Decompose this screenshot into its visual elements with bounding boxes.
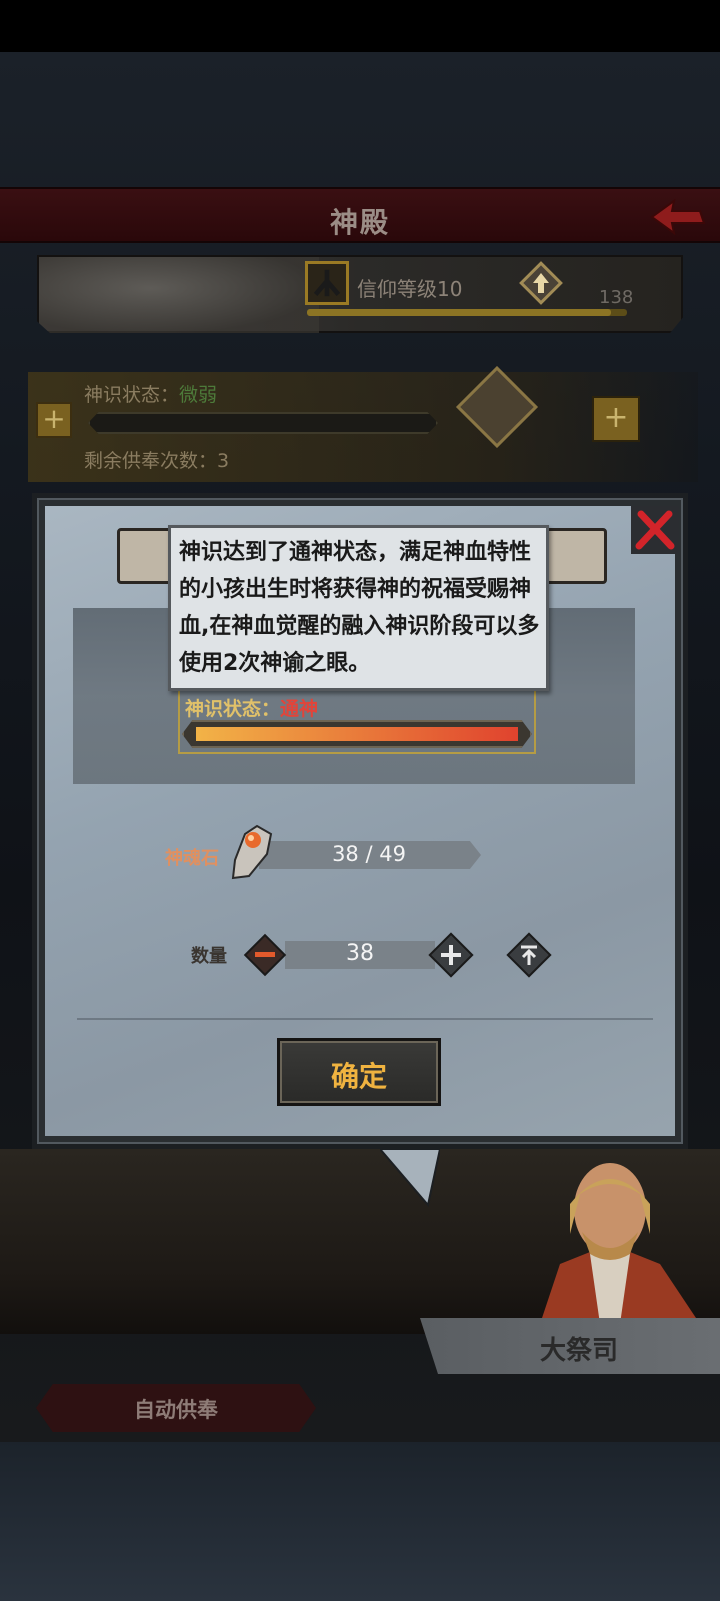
faith-emblem-icon [305,261,349,305]
offer-plus-button[interactable]: + [592,396,640,442]
divine-status-value: 微弱 [179,384,218,406]
max-quantity-button[interactable] [505,931,553,979]
divine-status-label: 神识状态：微弱 [84,384,218,406]
page-title: 神殿 [329,206,390,239]
increase-quantity-button[interactable] [427,931,475,979]
decrease-quantity-button[interactable] [243,933,287,977]
divine-emblem-icon [455,365,539,449]
divine-state-tooltip: 神识达到了通神状态，满足神血特性的小孩出生时将获得神的祝福受赐神血,在神血觉醒的… [168,525,549,691]
faith-level-label: 信仰等级10 [357,277,463,301]
status-bar [0,0,720,52]
faith-progress-fill [307,309,611,316]
faith-upgrade-icon[interactable] [519,261,563,305]
divine-progress-bar [88,412,438,434]
dialog-divider [77,1018,653,1020]
close-icon[interactable] [631,506,679,554]
soul-stone-count: 38 / 49 [332,842,406,866]
high-priest-portrait [540,1163,700,1324]
divine-status-panel: + 神识状态：微弱 + 剩余供奉次数：3 [28,365,698,482]
faith-value: 138 [599,287,634,308]
auto-offer-label: 自动供奉 [134,1398,218,1422]
faith-progress-bar [307,309,627,316]
add-left-button[interactable]: + [36,402,72,438]
state-progress-fill [196,727,518,741]
state-progress-bar [182,720,532,748]
quantity-label: 数量 [191,946,227,967]
soul-stone-icon [231,824,273,880]
tooltip-text: 神识达到了通神状态，满足神血特性的小孩出生时将获得神的祝福受赐神血,在神血觉醒的… [179,540,540,676]
header-bar: 神殿 [0,187,720,243]
soul-stone-label: 神魂石 [165,848,219,869]
speech-bubble-tail [380,1149,440,1207]
state-value: 通神 [280,698,319,720]
confirm-button[interactable]: 确定 [277,1038,441,1106]
faith-artwork [39,257,319,333]
faith-panel: 信仰等级10 138 [37,255,683,333]
npc-name: 大祭司 [540,1336,619,1366]
quantity-value: 38 [346,941,374,966]
state-label: 神识状态：通神 [185,698,319,720]
remaining-offerings-label: 剩余供奉次数：3 [84,450,230,472]
back-arrow-icon[interactable] [648,197,708,237]
bottom-background [0,1442,720,1601]
confirm-button-label: 确定 [330,1060,387,1093]
